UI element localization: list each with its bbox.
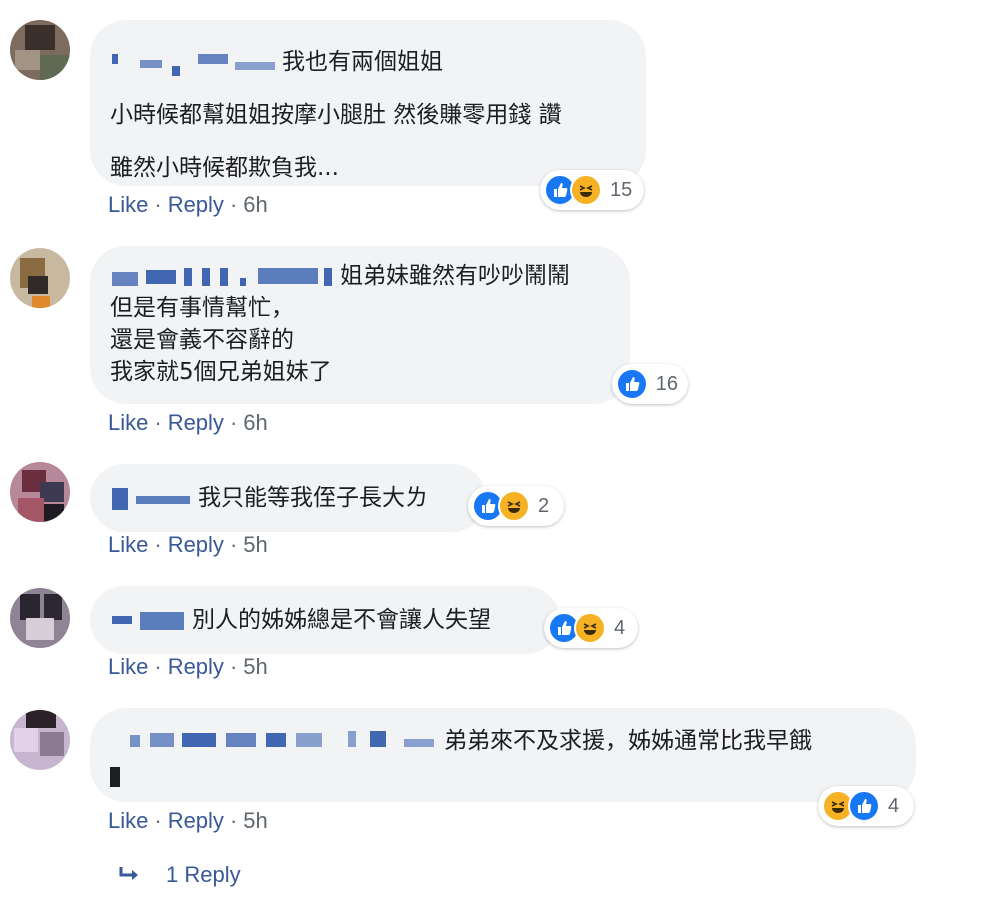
timestamp[interactable]: 5h [243, 532, 267, 557]
comment-text-line: 但是有事情幫忙， [110, 295, 294, 321]
avatar[interactable] [10, 710, 70, 770]
separator-dot: · [229, 532, 238, 557]
haha-reaction-icon [570, 174, 602, 206]
separator-dot: · [229, 808, 238, 833]
comment-text: 姐弟妹雖然有吵吵鬧鬧 [340, 263, 570, 289]
reaction-summary[interactable]: 16 [612, 364, 688, 404]
comment-bubble: 我也有兩個姐姐 小時候都幫姐姐按摩小腿肚 然後賺零用錢 讚 雖然小時候都欺負我.… [90, 20, 646, 186]
redacted-author-name[interactable] [110, 486, 194, 512]
reply-arrow-icon [119, 867, 138, 880]
comment-text-line: 弟弟來不及求援，姊姊通常比我早餓 [110, 724, 894, 758]
haha-reaction-icon [574, 612, 606, 644]
comment-text-line: 姐弟妹雖然有吵吵鬧鬧 [110, 260, 608, 292]
reaction-count: 4 [614, 616, 626, 639]
comment-text-line: 我只能等我侄子長大ㄌ [110, 480, 464, 516]
comment-bubble: 我只能等我侄子長大ㄌ [90, 464, 486, 532]
view-replies-link[interactable]: 1 Reply [118, 862, 241, 888]
separator-dot: · [154, 410, 162, 435]
comment-text: 我只能等我侄子長大ㄌ [198, 485, 428, 511]
reaction-count: 4 [888, 794, 900, 817]
comment-actions: Like · Reply · 6h [108, 192, 268, 218]
redacted-author-name-continued [110, 763, 124, 789]
reply-link[interactable]: Reply [168, 192, 224, 217]
comment-bubble: 弟弟來不及求援，姊姊通常比我早餓 [90, 708, 916, 802]
separator-dot: · [154, 192, 162, 217]
comment-actions: Like · Reply · 5h [108, 532, 268, 558]
comment-actions: Like · Reply · 5h [108, 654, 268, 680]
reply-link[interactable]: Reply [168, 532, 224, 557]
comment-actions: Like · Reply · 5h [108, 808, 268, 834]
reply-link[interactable]: Reply [168, 654, 224, 679]
comment-text-line: 別人的姊姊總是不會讓人失望 [110, 602, 538, 638]
timestamp[interactable]: 6h [243, 410, 267, 435]
view-replies-label[interactable]: 1 Reply [166, 862, 241, 888]
like-link[interactable]: Like [108, 654, 148, 679]
redacted-author-name[interactable] [110, 729, 440, 755]
timestamp[interactable]: 5h [243, 808, 267, 833]
separator-dot: · [154, 808, 162, 833]
redacted-author-name[interactable] [110, 608, 188, 634]
redacted-author-name[interactable] [110, 50, 278, 76]
comment-bubble: 姐弟妹雖然有吵吵鬧鬧 但是有事情幫忙， 還是會義不容辭的 我家就5個兄弟姐妹了 [90, 246, 630, 404]
like-link[interactable]: Like [108, 192, 148, 217]
timestamp[interactable]: 6h [243, 192, 267, 217]
like-link[interactable]: Like [108, 532, 148, 557]
reply-link[interactable]: Reply [168, 808, 224, 833]
reaction-summary[interactable]: 4 [544, 608, 638, 648]
avatar[interactable] [10, 462, 70, 522]
comment-text: 我也有兩個姐姐 [282, 49, 443, 75]
redacted-author-name[interactable] [110, 264, 336, 290]
comment-text: 弟弟來不及求援，姊姊通常比我早餓 [444, 728, 812, 754]
comment-text-line: 小時候都幫姐姐按摩小腿肚 然後賺零用錢 讚 [110, 102, 562, 128]
reaction-summary[interactable]: 15 [540, 170, 644, 210]
comment-text-line: 還是會義不容辭的 [110, 327, 294, 353]
separator-dot: · [229, 654, 238, 679]
reaction-count: 15 [610, 178, 633, 201]
separator-dot: · [154, 532, 162, 557]
reaction-summary[interactable]: 4 [818, 786, 914, 826]
reaction-count: 16 [655, 372, 678, 395]
comment-bubble: 別人的姊姊總是不會讓人失望 [90, 586, 560, 654]
separator-dot: · [229, 410, 238, 435]
comment-text: 別人的姊姊總是不會讓人失望 [192, 607, 491, 633]
reaction-count: 2 [538, 494, 550, 517]
like-reaction-icon [616, 368, 648, 400]
comment-text-line: 我家就5個兄弟姐妹了 [110, 359, 332, 385]
haha-reaction-icon [498, 490, 530, 522]
reply-link[interactable]: Reply [168, 410, 224, 435]
like-link[interactable]: Like [108, 808, 148, 833]
redacted-line [110, 758, 894, 792]
avatar[interactable] [10, 588, 70, 648]
like-link[interactable]: Like [108, 410, 148, 435]
timestamp[interactable]: 5h [243, 654, 267, 679]
comment-actions: Like · Reply · 6h [108, 410, 268, 436]
comment-text-line: 我也有兩個姐姐 [110, 36, 624, 89]
avatar[interactable] [10, 248, 70, 308]
separator-dot: · [154, 654, 162, 679]
avatar[interactable] [10, 20, 70, 80]
like-reaction-icon [848, 790, 880, 822]
separator-dot: · [229, 192, 238, 217]
reaction-summary[interactable]: 2 [468, 486, 564, 526]
